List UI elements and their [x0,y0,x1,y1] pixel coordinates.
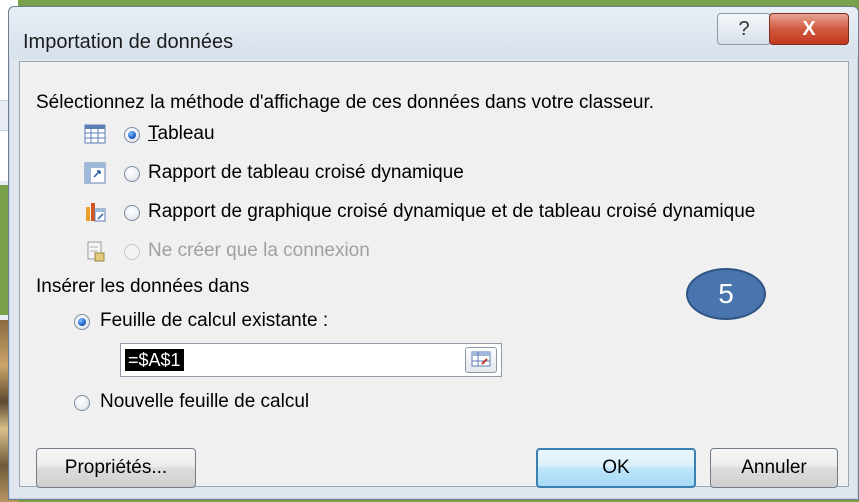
view-instruction: Sélectionnez la méthode d'affichage de c… [36,92,655,113]
step-number-badge: 5 [686,268,766,320]
radio-tableau[interactable] [124,127,140,143]
pivot-table-icon [84,162,106,184]
dialog-title: Importation de données [23,31,234,53]
collapse-dialog-button[interactable] [465,347,497,373]
pivot-chart-icon [86,203,106,222]
properties-button[interactable]: Propriétés... [36,448,196,488]
connection-icon [87,241,105,262]
option-tableau-label[interactable]: Tableau [148,123,215,145]
close-button[interactable]: X [769,13,849,45]
table-icon [84,124,106,144]
close-icon: X [802,17,816,40]
radio-new-sheet[interactable] [74,395,90,411]
option-tableau-text: ableau [157,123,215,144]
radio-pivot-table[interactable] [124,166,140,182]
help-button[interactable]: ? [717,13,771,45]
ok-button-label: OK [602,457,630,478]
dialog-titlebar[interactable]: Importation de données ? X [9,7,858,59]
cell-reference-input[interactable]: =$A$1 [120,343,502,377]
radio-existing-sheet[interactable] [74,314,90,330]
option-pivot-chart-label[interactable]: Rapport de graphique croisé dynamique et… [148,201,755,223]
cancel-button[interactable]: Annuler [710,448,838,488]
option-connection-only-label: Ne créer que la connexion [148,240,370,261]
destination-heading: Insérer les données dans [36,276,250,297]
help-icon: ? [738,17,750,40]
new-sheet-label[interactable]: Nouvelle feuille de calcul [100,391,309,413]
option-pivot-table-label[interactable]: Rapport de tableau croisé dynamique [148,162,464,184]
range-select-icon [471,351,491,367]
properties-button-label: Propriétés... [64,457,168,478]
radio-pivot-chart[interactable] [124,205,140,221]
step-number: 5 [718,278,734,309]
existing-sheet-label[interactable]: Feuille de calcul existante : [100,310,328,332]
cell-reference-value: =$A$1 [125,349,184,371]
radio-connection-only [124,244,140,260]
ok-button[interactable]: OK [536,448,696,488]
cancel-button-label: Annuler [741,457,807,478]
import-data-dialog: Importation de données ? X Sélectionnez … [8,6,859,500]
